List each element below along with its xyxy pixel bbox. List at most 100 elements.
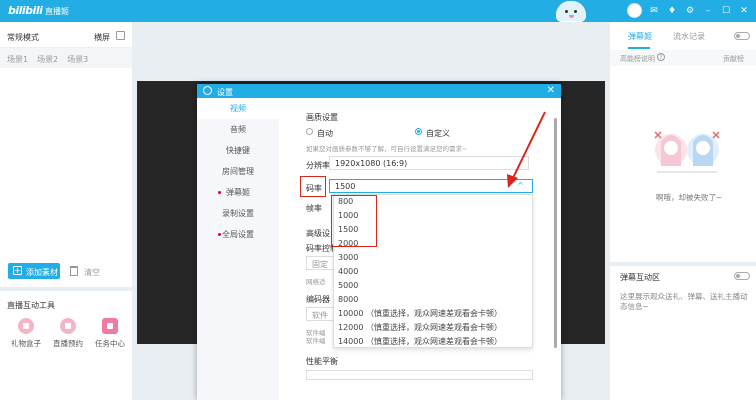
resolution-select[interactable]: 1920x1080 (16:9) <box>329 156 529 170</box>
app-title: 直播姬 <box>45 7 69 16</box>
shirt-icon[interactable]: ♦ <box>666 6 678 16</box>
avatar[interactable] <box>627 3 642 18</box>
danmaku-toggle[interactable] <box>734 32 750 40</box>
nav-item-recording[interactable]: 录制设置 <box>197 203 279 224</box>
mode-label[interactable]: 常规模式 <box>7 32 39 43</box>
help-icon[interactable]: ? <box>657 53 665 61</box>
tab-records[interactable]: 流水记录 <box>673 31 705 42</box>
maximize-icon[interactable]: ☐ <box>720 6 732 16</box>
gear-icon <box>203 86 212 95</box>
top-bar: bilibili 直播姬 ✉ ♦ ⚙ – ☐ ✕ <box>0 0 756 22</box>
task-icon <box>102 318 118 334</box>
mail-icon[interactable]: ✉ <box>648 6 660 16</box>
nav-item-hotkeys[interactable]: 快捷键 <box>197 140 279 161</box>
custom-label[interactable]: 自定义 <box>426 128 450 139</box>
scene-tab-2[interactable]: 场景2 <box>37 54 58 64</box>
nav-item-global[interactable]: 全局设置 <box>197 224 279 245</box>
tool-label: 直播预约 <box>53 339 83 348</box>
window-controls: ✉ ♦ ⚙ – ☐ ✕ <box>627 3 750 18</box>
clear-button[interactable]: 清空 <box>70 266 100 278</box>
nav-item-video[interactable]: 视频 <box>197 98 279 119</box>
resolution-label: 分辨率 <box>306 161 330 170</box>
nav-label: 音频 <box>230 125 246 134</box>
nav-label: 快捷键 <box>226 146 250 155</box>
minimize-icon[interactable]: – <box>702 6 714 16</box>
nav-label: 全局设置 <box>222 230 254 239</box>
auto-label[interactable]: 自动 <box>317 128 333 139</box>
quality-hint: 如果您对画质参数不够了解，可自行设置满足您的需求~ <box>306 145 468 153</box>
danmaku-area-title: 弹幕互动区 <box>620 273 660 282</box>
encoder-value: 软件 <box>312 311 328 320</box>
gift-box-tool[interactable]: 礼物盒子 <box>8 318 44 349</box>
rank-bar: 高能榜说明 ? 贡献榜 <box>610 50 756 66</box>
custom-radio[interactable] <box>415 128 422 135</box>
danmaku-area-toggle[interactable] <box>734 272 750 280</box>
software-note-2: 软件编 <box>306 337 326 345</box>
nav-label: 房间管理 <box>222 167 254 176</box>
close-icon[interactable]: ✕ <box>547 85 555 96</box>
lock-icon[interactable] <box>116 31 125 40</box>
notification-dot <box>218 233 221 236</box>
notification-dot <box>218 191 221 194</box>
performance-select[interactable] <box>306 370 533 380</box>
encoder-label: 编码器 <box>306 295 330 304</box>
encoder-select[interactable]: 软件 <box>306 307 336 321</box>
scene-tab-1[interactable]: 场景1 <box>7 54 28 64</box>
danmaku-area-description: 这里展示观众送礼、弹幕、送礼主播动态信息~ <box>620 292 748 311</box>
bitrate-option[interactable]: 5000 <box>334 279 532 293</box>
source-actions: + 添加素材 清空 <box>0 260 132 284</box>
mascot-icon <box>556 1 586 22</box>
left-panel: 常规模式 横屏 场景1 场景2 场景3 + 添加素材 清空 直播互动工具 礼物盒… <box>0 22 132 400</box>
right-tabs: 弹幕姬 流水记录 <box>610 22 756 50</box>
mode-row: 常规模式 横屏 <box>0 22 132 48</box>
empty-state-text: 啊哦，却被失败了~ <box>656 193 723 202</box>
nav-item-audio[interactable]: 音频 <box>197 119 279 140</box>
auto-radio[interactable] <box>306 128 313 135</box>
reservation-tool[interactable]: 直播预约 <box>50 318 86 349</box>
advanced-title: 高级设 <box>306 229 330 238</box>
gift-icon <box>18 318 34 334</box>
bitrate-option[interactable]: 4000 <box>334 265 532 279</box>
tools-title: 直播互动工具 <box>7 301 55 310</box>
task-center-tool[interactable]: 任务中心 <box>92 318 128 349</box>
scrollbar[interactable] <box>554 118 557 348</box>
active-tab-indicator <box>628 47 650 49</box>
nav-item-room[interactable]: 房间管理 <box>197 161 279 182</box>
bitrate-option[interactable]: 3000 <box>334 251 532 265</box>
dialog-title: 设置 <box>217 88 233 97</box>
quality-title: 画质设置 <box>306 113 338 122</box>
nav-label: 弹幕姬 <box>226 188 250 197</box>
bitrate-option[interactable]: 10000 （慎重选择，观众网速差观看会卡顿） <box>334 307 532 321</box>
dialog-header: 设置 ✕ <box>197 84 561 98</box>
close-icon[interactable]: ✕ <box>738 6 750 16</box>
rank-help-label[interactable]: 高能榜说明 <box>620 54 655 64</box>
performance-label: 性能平衡 <box>306 357 338 366</box>
clear-label: 清空 <box>84 268 100 277</box>
tool-label: 任务中心 <box>95 339 125 348</box>
trash-icon <box>70 266 78 276</box>
rate-control-value: 固定 <box>312 260 328 269</box>
chevron-up-icon: ^ <box>517 181 524 190</box>
contribution-rank-link[interactable]: 贡献榜 <box>723 54 744 64</box>
tab-danmaku[interactable]: 弹幕姬 <box>628 31 652 42</box>
tool-label: 礼物盒子 <box>11 339 41 348</box>
rate-control-select[interactable]: 固定 <box>306 256 336 270</box>
nav-label: 视频 <box>230 104 246 113</box>
bitrate-option[interactable]: 8000 <box>334 293 532 307</box>
plus-icon: + <box>13 266 22 275</box>
scene-tabs: 场景1 场景2 场景3 <box>0 48 132 68</box>
scene-tab-3[interactable]: 场景3 <box>67 54 88 64</box>
add-source-button[interactable]: + 添加素材 <box>8 263 60 279</box>
resolution-value: 1920x1080 (16:9) <box>335 159 408 168</box>
bitrate-select[interactable]: 1500 ^ <box>329 179 533 193</box>
bitrate-option[interactable]: 14000 （慎重选择，观众网速差观看会卡顿） <box>334 335 532 349</box>
landscape-toggle[interactable]: 横屏 <box>94 32 110 43</box>
nav-item-danmaku[interactable]: 弹幕姬 <box>197 182 279 203</box>
empty-state-illustration <box>654 131 720 173</box>
bitrate-label-highlight <box>300 176 326 197</box>
settings-nav: 视频 音频 快捷键 房间管理 弹幕姬 录制设置 全局设置 <box>197 98 279 400</box>
bitrate-option[interactable]: 12000 （慎重选择，观众网速差观看会卡顿） <box>334 321 532 335</box>
network-label: 网络适 <box>306 278 326 286</box>
settings-icon[interactable]: ⚙ <box>684 6 696 16</box>
divider <box>0 287 132 291</box>
